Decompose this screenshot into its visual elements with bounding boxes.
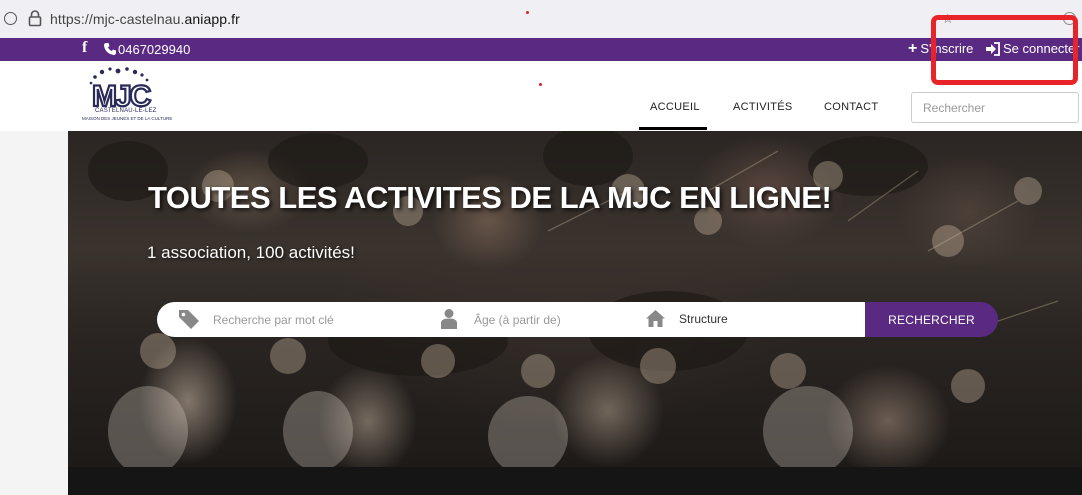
person-icon [441,309,457,329]
structure-select[interactable]: Structure [679,312,728,326]
tag-icon [179,310,199,329]
decorative-dot [539,83,542,86]
hero-bottom-strip [68,467,1082,495]
age-input[interactable] [474,312,624,328]
nav-contact[interactable]: CONTACT [824,101,878,113]
phone-icon [104,43,116,55]
browser-address-bar: https://mjc-castelnau.aniapp.fr ☆ [0,0,1082,38]
facebook-icon[interactable]: f [82,39,87,57]
plus-icon: + [908,39,918,57]
hero-title: TOUTES LES ACTIVITES DE LA MJC EN LIGNE! [148,180,832,215]
hero-subtitle: 1 association, 100 activités! [147,243,355,262]
logo-subtitle: CASTELNAU-LE-LEZ [95,108,157,114]
url-text[interactable]: https://mjc-castelnau.aniapp.fr [50,11,240,27]
nav-activites[interactable]: ACTIVITÉS [733,101,793,113]
site-search-input[interactable] [911,92,1079,123]
page-gutter [0,131,68,495]
nav-accueil[interactable]: ACCUEIL [650,101,700,113]
page: https://mjc-castelnau.aniapp.fr ☆ f 0467… [0,0,1082,495]
logo-tagline: MAISON DES JEUNES ET DE LA CULTURE [82,116,173,121]
home-icon [646,310,665,327]
annotation-highlight-box [931,15,1078,85]
reload-icon[interactable] [4,12,17,25]
phone-number[interactable]: 0467029940 [118,42,190,57]
search-submit-button[interactable]: RECHERCHER [865,302,998,337]
decorative-dot [526,11,529,14]
keyword-search-input[interactable] [213,312,413,328]
lock-icon[interactable] [28,9,42,27]
top-contact-bar: f 0467029940 + S'inscrire Se connecter [0,38,1082,61]
nav-active-indicator [639,127,707,130]
